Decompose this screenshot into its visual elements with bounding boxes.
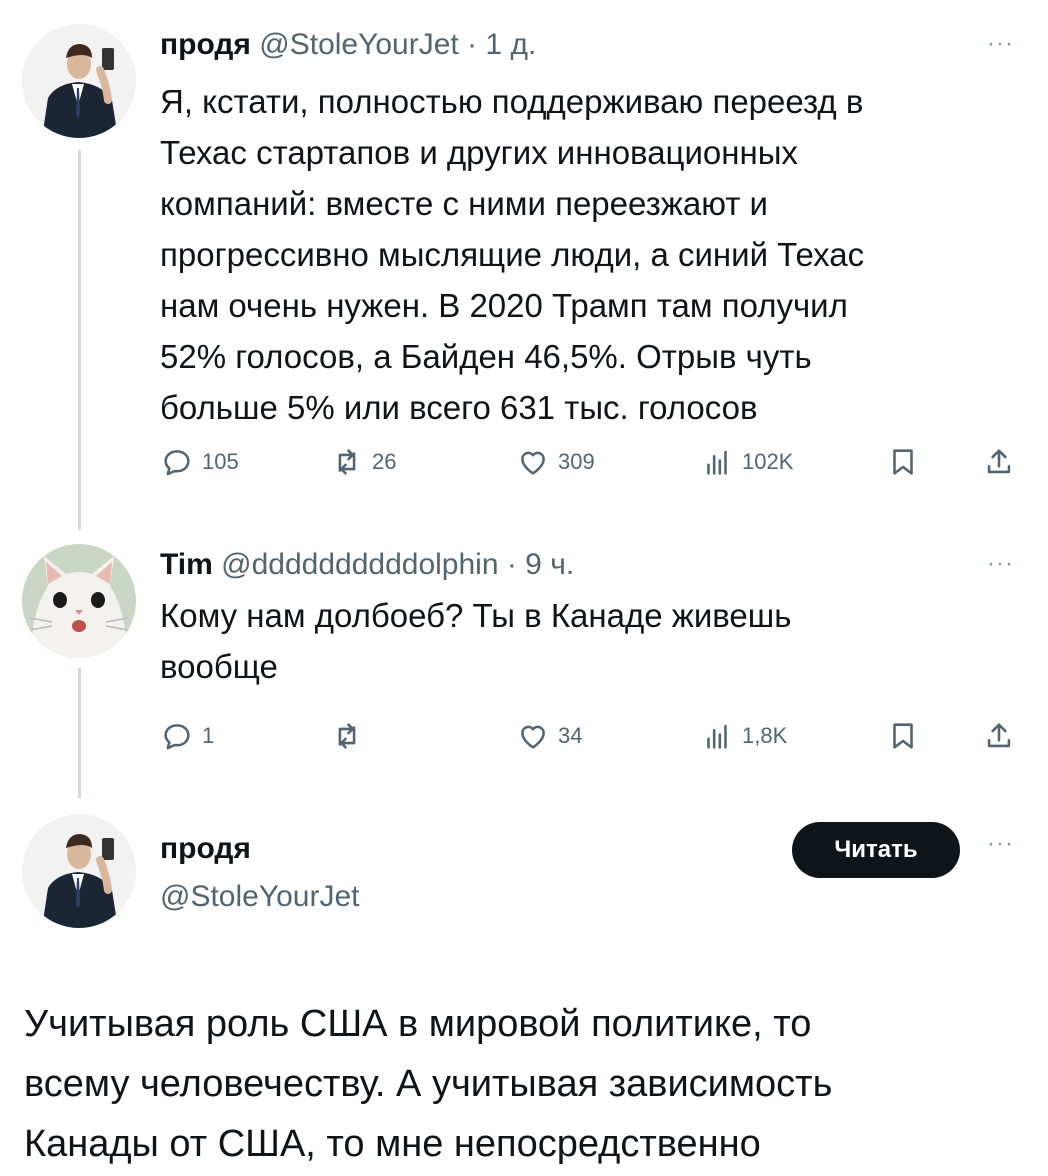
like-count: 34 [558,723,583,748]
tweet-body: Учитывая роль США в мировой политике, то… [24,994,1024,1174]
reply-button[interactable]: 105 [160,440,239,484]
tweet-text-line: Я, кстати, полностью поддерживаю переезд… [160,83,864,120]
tweet-body: Кому нам долбоеб? Ты в Канаде живешь воо… [160,590,1020,692]
bookmark-icon [893,723,913,749]
cat-avatar-icon [22,544,136,658]
reply-icon [164,450,190,476]
thread-line [78,668,81,798]
tweet-header: Tim @ddddddddddolphin · 9 ч. [160,548,574,582]
repost-button[interactable] [330,714,372,758]
bookmark-button[interactable] [886,714,920,758]
tweet-text-line: Канады от США, то мне непосредственно [24,1123,761,1165]
share-button[interactable] [982,440,1016,484]
views-count: 1,8K [742,723,788,748]
heart-icon [521,451,545,475]
display-name[interactable]: Tim [160,548,213,581]
tweet-text-line: больше 5% или всего 631 тыс. голосов [160,389,758,426]
tweet-text-line: Техас стартапов и других инновационных [160,134,798,171]
reply-icon [164,724,190,750]
bookmark-button[interactable] [886,440,920,484]
handle[interactable]: @StoleYourJet [259,28,458,61]
bookmark-icon [893,449,913,475]
tweet-text-line: прогрессивно мыслящие люди, а синий Теха… [160,236,865,273]
tweet-text-line: вообще [160,648,278,685]
person-photo-avatar-icon [22,24,136,138]
more-options-icon[interactable]: ··· [987,30,1014,58]
views-count: 102K [742,449,794,474]
avatar[interactable] [22,814,136,928]
tweet-text-line: Учитывая роль США в мировой политике, то [24,1003,812,1045]
more-options-icon[interactable]: ··· [987,830,1014,858]
share-icon [987,449,1011,474]
tweet-text-line: компаний: вместе с ними переезжают и [160,185,768,222]
thread-line [78,150,81,530]
repost-button[interactable]: 26 [330,440,396,484]
more-options-icon[interactable]: ··· [987,550,1014,578]
avatar[interactable] [22,24,136,138]
reply-count: 1 [202,723,215,748]
views-button[interactable]: 102K [700,440,793,484]
person-photo-avatar-icon [22,814,136,928]
tweet-body: Я, кстати, полностью поддерживаю переезд… [160,76,1020,433]
views-button[interactable]: 1,8K [700,714,787,758]
handle[interactable]: @ddddddddddolphin [221,548,498,581]
display-name[interactable]: продя [160,28,251,61]
avatar[interactable] [22,544,136,658]
views-chart-icon [707,450,727,475]
reply-count: 105 [202,449,239,474]
like-count: 309 [558,449,595,474]
follow-button[interactable]: Читать [792,822,960,878]
repost-count: 26 [372,449,397,474]
reply-button[interactable]: 1 [160,714,214,758]
like-button[interactable]: 34 [516,714,582,758]
repost-icon [338,449,356,475]
display-name[interactable]: продя [160,832,251,866]
tweet-text-line: Кому нам долбоеб? Ты в Канаде живешь [160,597,792,634]
share-icon [987,723,1011,748]
tweet-text-line: всему человечеству. А учитывая зависимос… [24,1063,833,1105]
tweet-text-line: нам очень нужен. В 2020 Трамп там получи… [160,287,848,324]
like-button[interactable]: 309 [516,440,595,484]
screenshot-root: продя @StoleYourJet · 1 д. ··· Я, кстати… [0,0,1048,1176]
repost-icon [338,723,356,749]
views-chart-icon [707,724,727,749]
handle[interactable]: @StoleYourJet [160,880,359,914]
tweet-header: продя @StoleYourJet · 1 д. [160,28,536,62]
action-bar: 1 34 1,8K [160,714,1030,758]
timestamp[interactable]: · 1 д. [467,28,536,61]
action-bar: 105 26 309 102K [160,440,1030,484]
heart-icon [521,725,545,749]
timestamp[interactable]: · 9 ч. [507,548,574,581]
share-button[interactable] [982,714,1016,758]
tweet-text-line: 52% голосов, а Байден 46,5%. Отрыв чуть [160,338,812,375]
